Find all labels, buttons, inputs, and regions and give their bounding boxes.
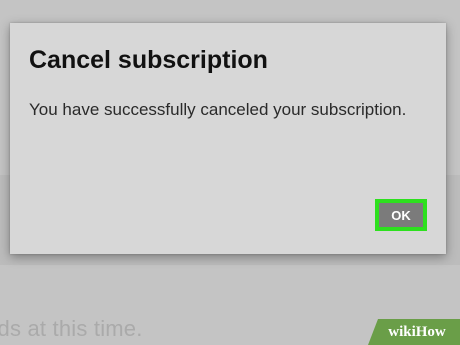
- background-text: rds at this time.: [0, 316, 143, 341]
- dialog-message: You have successfully canceled your subs…: [29, 100, 407, 119]
- ok-button[interactable]: OK: [375, 199, 427, 231]
- dialog-title: Cancel subscription: [29, 46, 268, 74]
- wikihow-watermark: wiki How: [368, 319, 460, 345]
- watermark-how: How: [415, 323, 446, 340]
- watermark-wiki: wiki: [388, 323, 416, 340]
- cancel-subscription-dialog: Cancel subscription You have successfull…: [10, 23, 446, 254]
